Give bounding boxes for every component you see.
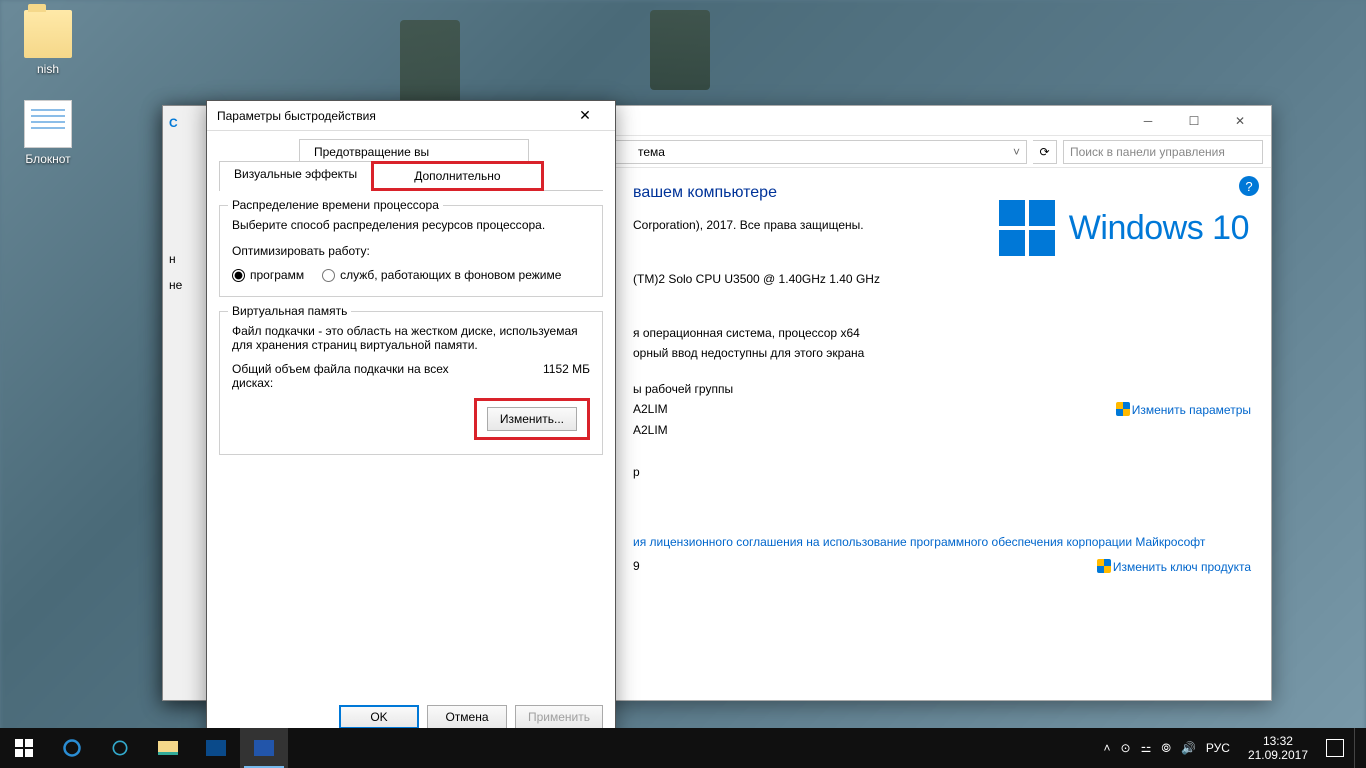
tray-volume-icon[interactable]: 🔊 [1181,741,1196,755]
icon-label: nish [10,62,86,76]
search-placeholder: Поиск в панели управления [1070,145,1225,159]
windows-logo-icon [999,200,1055,256]
address-dropdown[interactable]: ˅ [1005,145,1020,159]
tray-network-icon[interactable]: ⚍ [1141,741,1152,755]
minimize-button[interactable]: ─ [1125,106,1171,136]
taskbar-edge[interactable] [48,728,96,768]
clock-date: 21.09.2017 [1248,748,1308,762]
group-desc: Файл подкачки - это область на жестком д… [232,324,590,352]
tray-wifi-icon[interactable]: ⦾ [1161,741,1171,756]
desktop-icon-notepad[interactable]: Блокнот [10,100,86,166]
workgroup-label: ы рабочей группы [633,382,1251,396]
control-panel-icon [254,740,274,756]
refresh-button[interactable]: ⟳ [1033,140,1057,164]
taskbar[interactable]: ˄ ⊙ ⚍ ⦾ 🔊 РУС 13:32 21.09.2017 [0,728,1366,768]
group-desc: Выберите способ распределения ресурсов п… [232,218,590,232]
windows10-text: Windows 10 [1069,209,1249,248]
close-button[interactable]: ✕ [565,102,605,130]
cpu-info: (TM)2 Solo CPU U3500 @ 1.40GHz 1.40 GHz [633,272,1251,286]
workgroup-value: A2LIM [633,423,1251,437]
shield-icon [1116,402,1130,416]
action-center-icon[interactable] [1326,739,1344,757]
circle-icon [110,738,130,758]
wallpaper-object [650,10,710,90]
tab-row: Визуальные эффекты Дополнительно [219,161,603,191]
windows-start-icon [15,739,33,757]
desktop-icon-folder[interactable]: nish [10,10,86,76]
props-line: не [163,272,209,298]
start-button[interactable] [0,728,48,768]
tray-chevron-icon[interactable]: ˄ [1104,741,1111,755]
change-button[interactable]: Изменить... [487,407,577,431]
taskbar-tray: ˄ ⊙ ⚍ ⦾ 🔊 РУС 13:32 21.09.2017 [1104,728,1366,768]
close-button[interactable]: ✕ [1217,106,1263,136]
pen-touch: орный ввод недоступны для этого экрана [633,346,1251,360]
perf-title-text: Параметры быстродействия [217,109,376,123]
show-desktop-button[interactable] [1354,728,1360,768]
tab-visual-effects[interactable]: Визуальные эффекты [219,161,372,191]
system-properties-window: С н не [162,105,210,701]
optimize-label: Оптимизировать работу: [232,244,590,258]
group-title: Виртуальная память [228,304,351,318]
tray-language[interactable]: РУС [1206,741,1230,755]
tab-advanced[interactable]: Дополнительно [371,161,543,191]
taskbar-explorer[interactable] [144,728,192,768]
role-tail: р [633,465,1251,479]
change-button-highlight: Изменить... [474,398,590,440]
license-link[interactable]: ия лицензионного соглашения на использов… [633,535,1251,549]
props-icon-hint: С [163,110,209,136]
taskbar-control-panel[interactable] [240,728,288,768]
help-icon[interactable]: ? [1239,176,1259,196]
breadcrumb-tail: тема [638,145,665,159]
tray-location-icon[interactable]: ⊙ [1121,741,1131,755]
radio-services-input[interactable] [322,269,335,282]
activation-tail: 9 [633,559,640,574]
performance-options-dialog: Параметры быстродействия ✕ Предотвращени… [206,100,616,740]
dialog-footer: OK Отмена Применить [339,705,603,729]
ok-button[interactable]: OK [339,705,419,729]
cancel-button[interactable]: Отмена [427,705,507,729]
taskbar-clock[interactable]: 13:32 21.09.2017 [1240,734,1316,763]
virtual-memory-group: Виртуальная память Файл подкачки - это о… [219,311,603,455]
edge-icon [62,738,82,758]
perf-titlebar[interactable]: Параметры быстродействия ✕ [207,101,615,131]
taskbar-app2[interactable] [192,728,240,768]
shield-icon [1097,559,1111,573]
maximize-button[interactable]: ☐ [1171,106,1217,136]
taskbar-app1[interactable] [96,728,144,768]
explorer-icon [158,741,178,755]
windows10-logo: Windows 10 [999,200,1249,256]
product-key-link[interactable]: Изменить ключ продукта [1097,559,1251,574]
pagefile-total-label: Общий объем файла подкачки на всех диска… [232,362,472,390]
group-title: Распределение времени процессора [228,198,443,212]
props-line: н [163,246,209,272]
search-input[interactable]: Поиск в панели управления [1063,140,1263,164]
computer-name: A2LIM [633,402,668,417]
app-icon [206,740,226,756]
pagefile-total-value: 1152 МБ [543,362,590,390]
processor-scheduling-group: Распределение времени процессора Выберит… [219,205,603,297]
notepad-icon [24,100,72,148]
icon-label: Блокнот [10,152,86,166]
clock-time: 13:32 [1248,734,1308,748]
radio-programs-input[interactable] [232,269,245,282]
radio-programs[interactable]: программ [232,268,304,282]
folder-icon [24,10,72,58]
radio-services[interactable]: служб, работающих в фоновом режиме [322,268,561,282]
change-settings-link[interactable]: Изменить параметры [1116,402,1251,417]
apply-button[interactable]: Применить [515,705,603,729]
os-arch: я операционная система, процессор x64 [633,326,1251,340]
